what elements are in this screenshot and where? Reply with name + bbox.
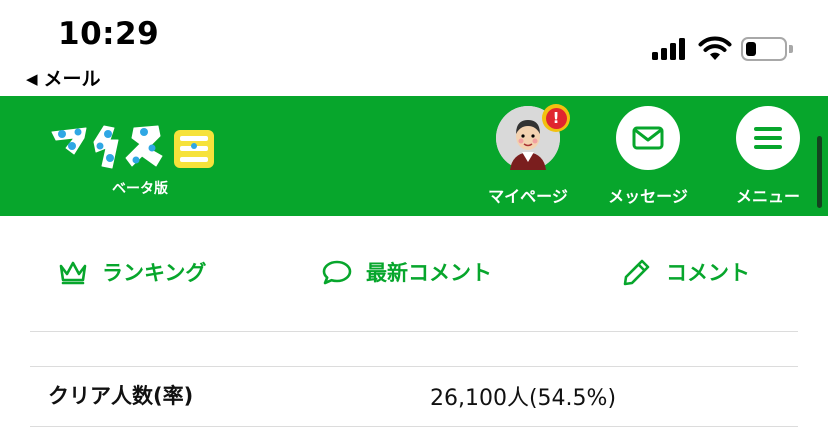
divider (30, 331, 798, 332)
alert-badge: ! (542, 104, 570, 132)
clear-count-value: 26,100人(54.5%) (430, 386, 617, 411)
nav-mypage-label: マイページ (488, 187, 568, 206)
status-time: 10:29 (58, 16, 160, 52)
back-triangle-icon: ◀ (26, 70, 38, 88)
nav-messages-circle (616, 106, 680, 170)
status-bar: 10:29 ◀ メール (0, 0, 828, 96)
divider (30, 366, 798, 367)
tab-latest-comments-label: 最新コメント (366, 261, 492, 285)
pencil-icon (623, 259, 650, 286)
logo-beta-label: ベータ版 (112, 181, 168, 197)
battery-cap (789, 45, 793, 53)
content-tabs: ランキング 最新コメント コメント (0, 216, 828, 332)
nav-mypage-button[interactable]: ! マイページ (473, 104, 583, 216)
tab-ranking-label: ランキング (102, 261, 207, 285)
nav-messages-label: メッセージ (608, 187, 688, 206)
cellular-signal-icon (652, 38, 690, 60)
nav-menu-circle (736, 106, 800, 170)
battery-icon (741, 37, 787, 61)
tab-ranking[interactable]: ランキング (58, 254, 206, 290)
nav-messages-button[interactable]: メッセージ (593, 106, 703, 216)
scrollbar[interactable] (817, 136, 822, 208)
wifi-icon (698, 36, 732, 60)
alert-mark: ! (545, 107, 567, 129)
clear-count-label: クリア人数(率) (48, 384, 194, 408)
envelope-icon (632, 126, 664, 150)
tab-comment[interactable]: コメント (622, 254, 750, 290)
divider (30, 426, 798, 427)
app-logo[interactable] (48, 118, 218, 174)
nav-menu-label: メニュー (735, 187, 800, 206)
nav-menu-button[interactable]: メニュー (713, 106, 823, 216)
tab-latest-comments[interactable]: 最新コメント (322, 254, 492, 290)
back-to-app-link[interactable]: ◀ メール (26, 64, 101, 91)
tab-comment-label: コメント (666, 261, 750, 285)
back-to-app-label: メール (43, 68, 101, 90)
app-header: ベータ版 ! マイページ メッセージ メニュー (0, 96, 828, 216)
speech-bubble-icon (322, 260, 352, 285)
hamburger-icon (754, 127, 782, 149)
crown-icon (59, 261, 87, 285)
